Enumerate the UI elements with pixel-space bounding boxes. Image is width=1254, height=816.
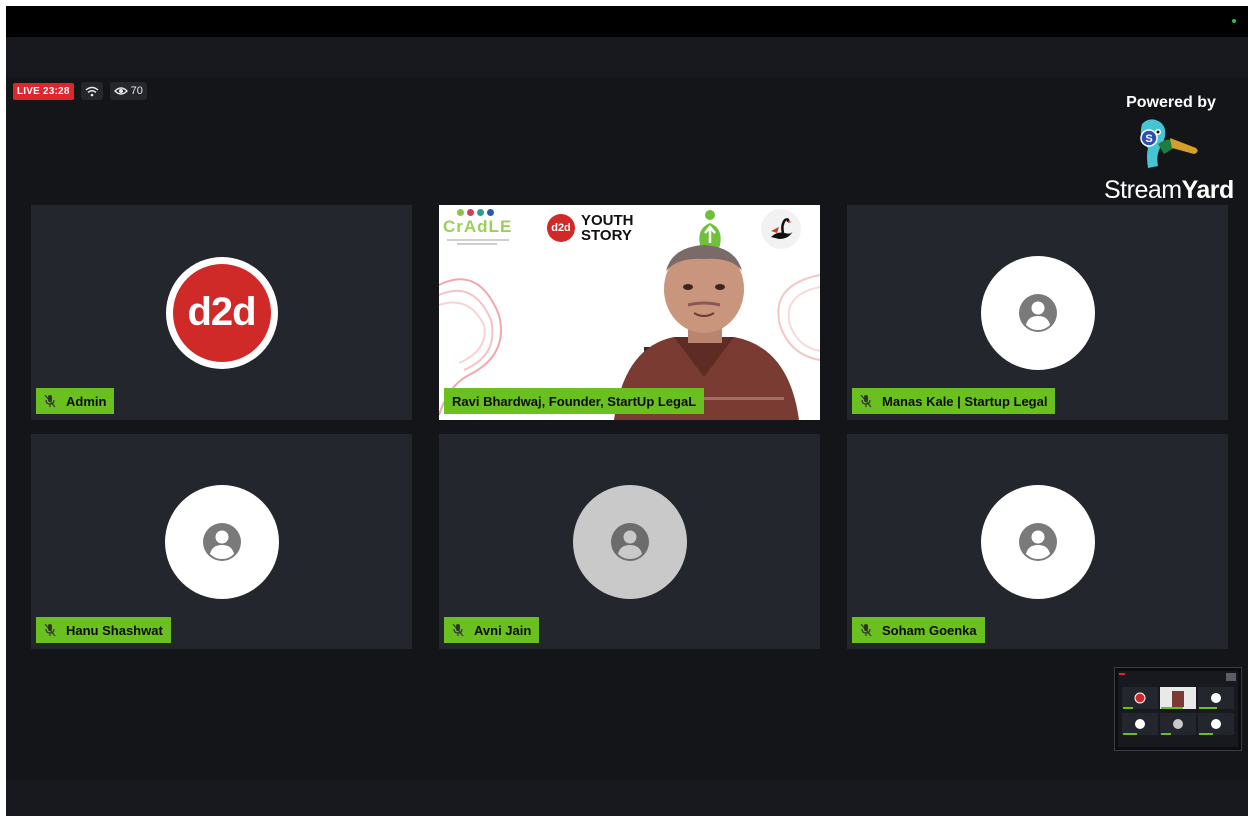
participant-tile-ravi-bhardwaj[interactable]: CrAdLE d2d YOUTH STORY Ravi Bhardwaj, Fo… bbox=[439, 205, 820, 420]
person-icon bbox=[610, 522, 649, 561]
mic-muted-icon bbox=[860, 623, 872, 637]
status-dot bbox=[1232, 19, 1236, 23]
participant-tile-soham-goenka[interactable]: Soham Goenka bbox=[847, 434, 1228, 649]
participant-tile-admin[interactable]: d2d Admin bbox=[31, 205, 412, 420]
d2d-logo: d2d bbox=[165, 256, 278, 369]
stream-status-row: LIVE 23:28 70 bbox=[13, 82, 147, 100]
person-icon bbox=[1018, 522, 1057, 561]
participant-name: Admin bbox=[66, 393, 107, 409]
viewer-count-value: 70 bbox=[130, 85, 143, 97]
viewer-count: 70 bbox=[109, 82, 147, 100]
avatar bbox=[980, 484, 1095, 599]
youth-story-d2d-badge: d2d bbox=[547, 214, 575, 242]
self-view-thumbnail[interactable] bbox=[1114, 667, 1242, 751]
stream-canvas: LIVE 23:28 70 Powered by S StreamYard d2… bbox=[6, 6, 1248, 816]
wordmark-light: Stream bbox=[1104, 176, 1182, 204]
avatar bbox=[572, 484, 687, 599]
nameplate: Ravi Bhardwaj, Founder, StartUp LegaL bbox=[444, 388, 705, 414]
connection-indicator bbox=[80, 82, 103, 100]
participant-tile-avni-jain[interactable]: Avni Jain bbox=[439, 434, 820, 649]
participant-name: Manas Kale | Startup Legal bbox=[882, 393, 1048, 409]
duck-mascot-icon: S bbox=[1134, 118, 1206, 181]
cradle-logo-text: CrAdLE bbox=[443, 217, 513, 236]
footer-band bbox=[6, 780, 1248, 816]
nameplate: Soham Goenka bbox=[852, 617, 985, 643]
mic-muted-icon bbox=[44, 394, 56, 408]
eye-icon bbox=[113, 87, 128, 95]
wordmark-bold: Yard bbox=[1181, 176, 1235, 204]
top-bar bbox=[6, 6, 1248, 37]
participant-name: Avni Jain bbox=[474, 622, 532, 638]
mic-muted-icon bbox=[44, 623, 56, 637]
person-icon bbox=[202, 522, 241, 561]
participant-tile-hanu-shashwat[interactable]: Hanu Shashwat bbox=[31, 434, 412, 649]
streamyard-badge-letter: S bbox=[1145, 133, 1152, 145]
participant-name: Ravi Bhardwaj, Founder, StartUp LegaL bbox=[452, 393, 697, 409]
header-band bbox=[6, 37, 1248, 77]
mic-muted-icon bbox=[452, 623, 464, 637]
live-badge: LIVE 23:28 bbox=[13, 82, 74, 100]
cradle-logo: CrAdLE bbox=[443, 209, 513, 253]
person-icon bbox=[1018, 293, 1057, 332]
powered-by-label: Powered by bbox=[1126, 94, 1216, 111]
d2d-logo-text: d2d bbox=[172, 263, 271, 362]
streamyard-wordmark: StreamYard bbox=[1104, 176, 1234, 205]
nameplate: Manas Kale | Startup Legal bbox=[852, 388, 1056, 414]
cradle-dots bbox=[457, 209, 513, 216]
nameplate: Hanu Shashwat bbox=[36, 617, 171, 643]
nameplate: Avni Jain bbox=[444, 617, 540, 643]
avatar bbox=[980, 255, 1095, 370]
nameplate: Admin bbox=[36, 388, 115, 414]
avatar bbox=[164, 484, 279, 599]
wifi-icon bbox=[85, 86, 99, 96]
participant-name: Soham Goenka bbox=[882, 622, 977, 638]
mic-muted-icon bbox=[860, 394, 872, 408]
participant-name: Hanu Shashwat bbox=[66, 622, 163, 638]
participant-tile-manas-kale[interactable]: Manas Kale | Startup Legal bbox=[847, 205, 1228, 420]
